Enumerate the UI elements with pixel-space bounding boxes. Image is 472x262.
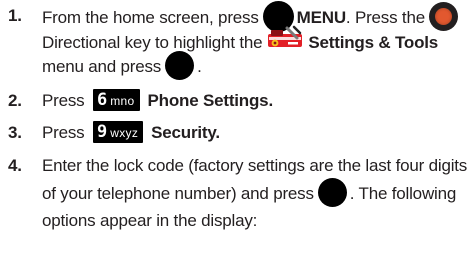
step-line: Enter the lock code (factory settings ar… bbox=[42, 153, 470, 178]
step-text: . bbox=[197, 56, 202, 76]
key-6-icon: 6 mno bbox=[93, 88, 140, 111]
step-number: 3. bbox=[8, 123, 22, 142]
key-9-icon: 9 wxyz bbox=[93, 120, 144, 143]
ok-key-icon bbox=[317, 178, 347, 207]
key-digit: 6 bbox=[97, 89, 108, 110]
key-letters: wxyz bbox=[110, 125, 139, 140]
directional-key-icon bbox=[428, 2, 458, 31]
step-body: From the home screen, press MENU. Press t… bbox=[42, 1, 470, 80]
step-line: Press 6 mno Phone Settings. bbox=[42, 88, 470, 113]
step-body: Press 9 wxyz Security. bbox=[42, 120, 470, 145]
manual-page: 1. From the home screen, press MENU. Pres… bbox=[0, 0, 472, 262]
step-text: of your telephone number) and press bbox=[42, 183, 314, 203]
security-label: Security bbox=[151, 123, 216, 142]
step-text: . The following bbox=[349, 183, 457, 203]
step-line: Directional key to highlight the Settings… bbox=[42, 25, 470, 56]
step-line: options appear in the display: bbox=[42, 208, 470, 233]
step-text: Directional key to highlight the bbox=[42, 32, 263, 52]
step-line: From the home screen, press MENU. Press t… bbox=[42, 1, 470, 32]
step-line: menu and press. bbox=[42, 51, 470, 80]
ok-key-icon bbox=[165, 51, 195, 80]
step-end: . bbox=[268, 91, 273, 110]
step-end: . bbox=[215, 123, 220, 142]
key-digit: 9 bbox=[97, 121, 108, 142]
step-body: Enter the lock code (factory settings ar… bbox=[42, 153, 470, 233]
step-number: 1. bbox=[8, 6, 22, 25]
step-text: menu and press bbox=[42, 56, 162, 76]
step-text: Press bbox=[42, 91, 85, 110]
step-line: of your telephone number) and press . The… bbox=[42, 178, 470, 207]
settings-tools-label: Settings & Tools bbox=[308, 32, 439, 52]
step-number: 2. bbox=[8, 91, 22, 110]
step-text: Enter the lock code (factory settings ar… bbox=[42, 156, 468, 175]
key-letters: mno bbox=[110, 93, 135, 108]
settings-tools-icon bbox=[266, 25, 304, 56]
step-text: options appear in the display: bbox=[42, 211, 258, 230]
step-text: . Press the bbox=[345, 7, 425, 27]
step-text: From the home screen, press bbox=[42, 7, 259, 27]
step-body: Press 6 mno Phone Settings. bbox=[42, 88, 470, 113]
step-line: Press 9 wxyz Security. bbox=[42, 120, 470, 145]
step-number: 4. bbox=[8, 156, 22, 175]
phone-settings-label: Phone Settings bbox=[147, 91, 269, 110]
step-text: Press bbox=[42, 123, 85, 142]
